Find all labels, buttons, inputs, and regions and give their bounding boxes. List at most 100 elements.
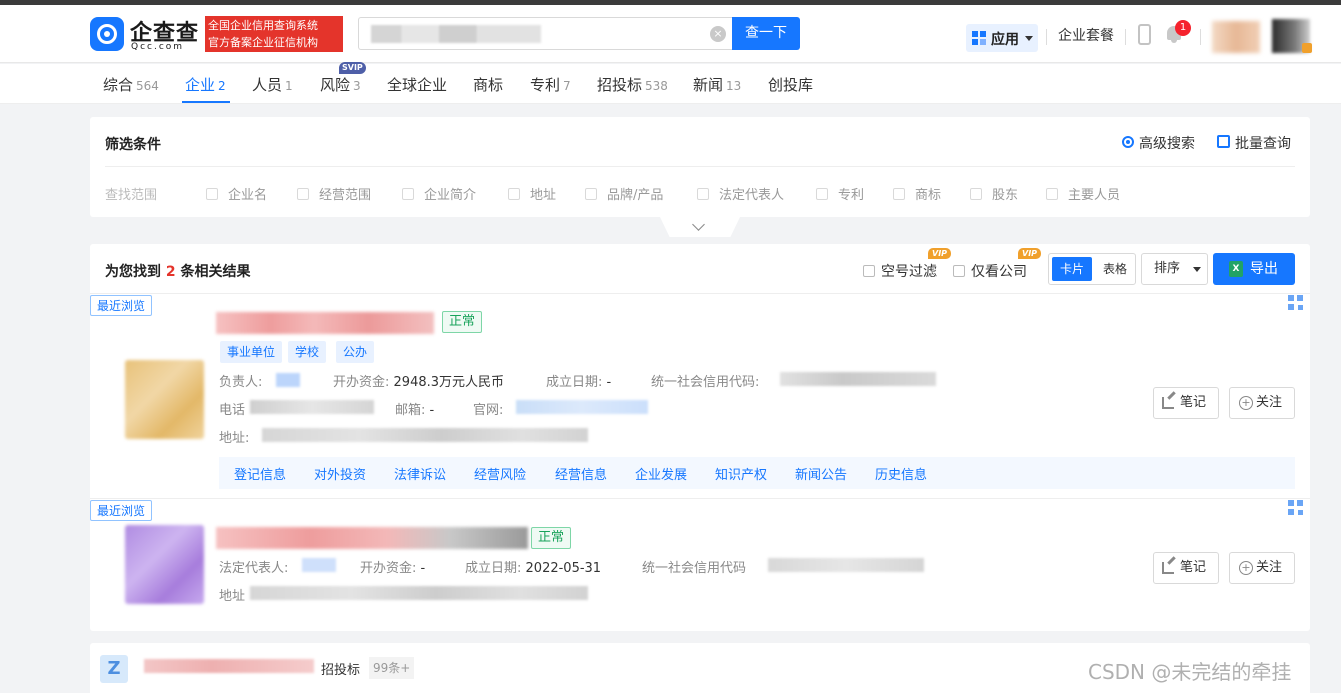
qcc-logo-icon[interactable] <box>90 17 124 51</box>
apps-dropdown[interactable]: 应用 <box>966 24 1038 52</box>
company-logo[interactable] <box>125 525 204 604</box>
scope-checkbox-shareholder[interactable]: 股东 <box>970 184 1018 203</box>
empty-number-filter-checkbox[interactable]: 空号过滤 <box>863 261 937 281</box>
clear-icon[interactable]: × <box>710 26 726 42</box>
scope-checkbox-key-personnel[interactable]: 主要人员 <box>1046 184 1120 203</box>
company-name-blurred[interactable] <box>216 527 528 549</box>
website-label: 官网: <box>473 403 504 418</box>
view-table-button[interactable]: 表格 <box>1096 257 1134 281</box>
tab-global-companies[interactable]: 全球企业 <box>387 74 447 95</box>
link-registration-info[interactable]: 登记信息 <box>234 464 286 483</box>
vip-tag: VIP <box>928 248 952 259</box>
link-litigation[interactable]: 法律诉讼 <box>394 464 446 483</box>
vip-crown-icon <box>1302 43 1312 53</box>
batch-query-link[interactable]: 批量查询 <box>1235 133 1291 153</box>
active-tab-indicator <box>182 101 230 103</box>
link-business-info[interactable]: 经营信息 <box>555 464 607 483</box>
divider <box>90 293 1310 294</box>
link-news[interactable]: 新闻公告 <box>795 464 847 483</box>
link-ip[interactable]: 知识产权 <box>715 464 767 483</box>
notification-badge: 1 <box>1175 20 1191 36</box>
address-label: 地址: <box>219 431 250 446</box>
note-button[interactable]: 笔记 <box>1153 552 1219 584</box>
link-development[interactable]: 企业发展 <box>635 464 687 483</box>
follow-button[interactable]: + 关注 <box>1229 552 1295 584</box>
scope-checkbox-company-name[interactable]: 企业名 <box>206 184 267 203</box>
tab-venture-db[interactable]: 创投库 <box>768 74 813 95</box>
export-button[interactable]: X 导出 <box>1213 253 1295 285</box>
scope-checkbox-profile[interactable]: 企业简介 <box>402 184 476 203</box>
search-input[interactable]: × <box>358 17 732 50</box>
scope-checkbox-patent[interactable]: 专利 <box>816 184 864 203</box>
certification-badge: 全国企业信用查询系统 官方备案企业征信机构 <box>205 16 343 52</box>
credit-code-label: 统一社会信用代码: <box>651 375 760 390</box>
tab-people[interactable]: 人员 1 <box>252 74 293 95</box>
bidding-title-blurred[interactable] <box>144 659 314 673</box>
caret-down-icon <box>1193 267 1201 272</box>
header-divider <box>1200 29 1201 45</box>
qr-code-icon[interactable] <box>1288 500 1304 516</box>
qr-code-icon[interactable] <box>1288 295 1304 311</box>
apps-grid-icon <box>972 31 986 45</box>
scope-checkbox-address[interactable]: 地址 <box>508 184 556 203</box>
address-blurred <box>250 586 588 600</box>
note-button[interactable]: 笔记 <box>1153 387 1219 419</box>
company-name-blurred[interactable] <box>216 312 434 334</box>
link-business-risk[interactable]: 经营风险 <box>474 464 526 483</box>
email-field: 邮箱: - <box>395 403 435 418</box>
tab-all[interactable]: 综合 564 <box>103 74 159 95</box>
enterprise-package-link[interactable]: 企业套餐 <box>1058 25 1114 45</box>
watermark: CSDN @未完结的牵挂 <box>1088 660 1292 684</box>
pencil-icon <box>1162 397 1174 409</box>
recently-viewed-tag: 最近浏览 <box>90 295 153 316</box>
view-card-button[interactable]: 卡片 <box>1052 257 1092 281</box>
pencil-icon <box>1162 562 1174 574</box>
tag-chip: 学校 <box>288 341 327 363</box>
badge-line-2: 官方备案企业征信机构 <box>208 36 318 49</box>
tab-news[interactable]: 新闻 13 <box>693 74 741 95</box>
link-history[interactable]: 历史信息 <box>875 464 927 483</box>
principal-blurred[interactable] <box>276 373 300 387</box>
search-button[interactable]: 查一下 <box>732 17 800 50</box>
tab-risk[interactable]: 风险 3 <box>320 74 361 95</box>
address-label: 地址 <box>219 589 246 604</box>
companies-only-checkbox[interactable]: 仅看公司 <box>953 261 1027 281</box>
capital-field: 开办资金: - <box>360 561 426 576</box>
tab-trademark[interactable]: 商标 <box>473 74 503 95</box>
company-quick-links: 登记信息 对外投资 法律诉讼 经营风险 经营信息 企业发展 知识产权 新闻公告 … <box>219 457 1295 489</box>
scope-checkbox-trademark[interactable]: 商标 <box>893 184 941 203</box>
user-name-blurred[interactable] <box>1212 21 1260 53</box>
sort-dropdown[interactable]: 排序 <box>1141 253 1208 285</box>
svip-badge: SVIP <box>339 62 366 74</box>
tab-company[interactable]: 企业 2 <box>185 74 226 95</box>
phone-blurred[interactable] <box>250 400 374 414</box>
results-panel: 为您找到 2 条相关结果 空号过滤 VIP 仅看公司 VIP 卡片 表格 排序 … <box>90 244 1310 631</box>
bidding-icon: Z <box>100 655 128 683</box>
divider <box>105 166 1295 167</box>
scope-checkbox-business-scope[interactable]: 经营范围 <box>297 184 371 203</box>
plus-circle-icon: + <box>1239 396 1253 410</box>
link-investments[interactable]: 对外投资 <box>314 464 366 483</box>
legal-rep-blurred[interactable] <box>302 558 336 572</box>
phone-label: 电话 <box>219 403 246 418</box>
scope-checkbox-brand[interactable]: 品牌/产品 <box>585 184 663 203</box>
vip-tag: VIP <box>1018 248 1042 259</box>
tab-bidding[interactable]: 招投标 538 <box>597 74 668 95</box>
filter-title: 筛选条件 <box>105 137 161 153</box>
tab-patent[interactable]: 专利 7 <box>530 74 571 95</box>
filter-panel: 筛选条件 高级搜索 批量查询 查找范围 企业名 经营范围 企业简介 地址 品牌/… <box>90 117 1310 217</box>
founded-field: 成立日期: 2022-05-31 <box>465 561 602 576</box>
company-logo[interactable] <box>125 360 204 439</box>
bidding-count: 99条+ <box>369 657 415 679</box>
website-blurred[interactable] <box>516 400 648 414</box>
mobile-icon[interactable] <box>1138 24 1151 45</box>
credit-code-label: 统一社会信用代码 <box>642 561 747 576</box>
founded-field: 成立日期: - <box>546 375 612 390</box>
plus-circle-icon: + <box>1239 561 1253 575</box>
advanced-search-link[interactable]: 高级搜索 <box>1139 133 1195 153</box>
badge-line-1: 全国企业信用查询系统 <box>208 19 318 32</box>
scope-checkbox-legal-rep[interactable]: 法定代表人 <box>697 184 784 203</box>
capital-field: 开办资金: 2948.3万元人民币 <box>333 375 505 390</box>
follow-button[interactable]: + 关注 <box>1229 387 1295 419</box>
status-badge: 正常 <box>531 527 572 549</box>
